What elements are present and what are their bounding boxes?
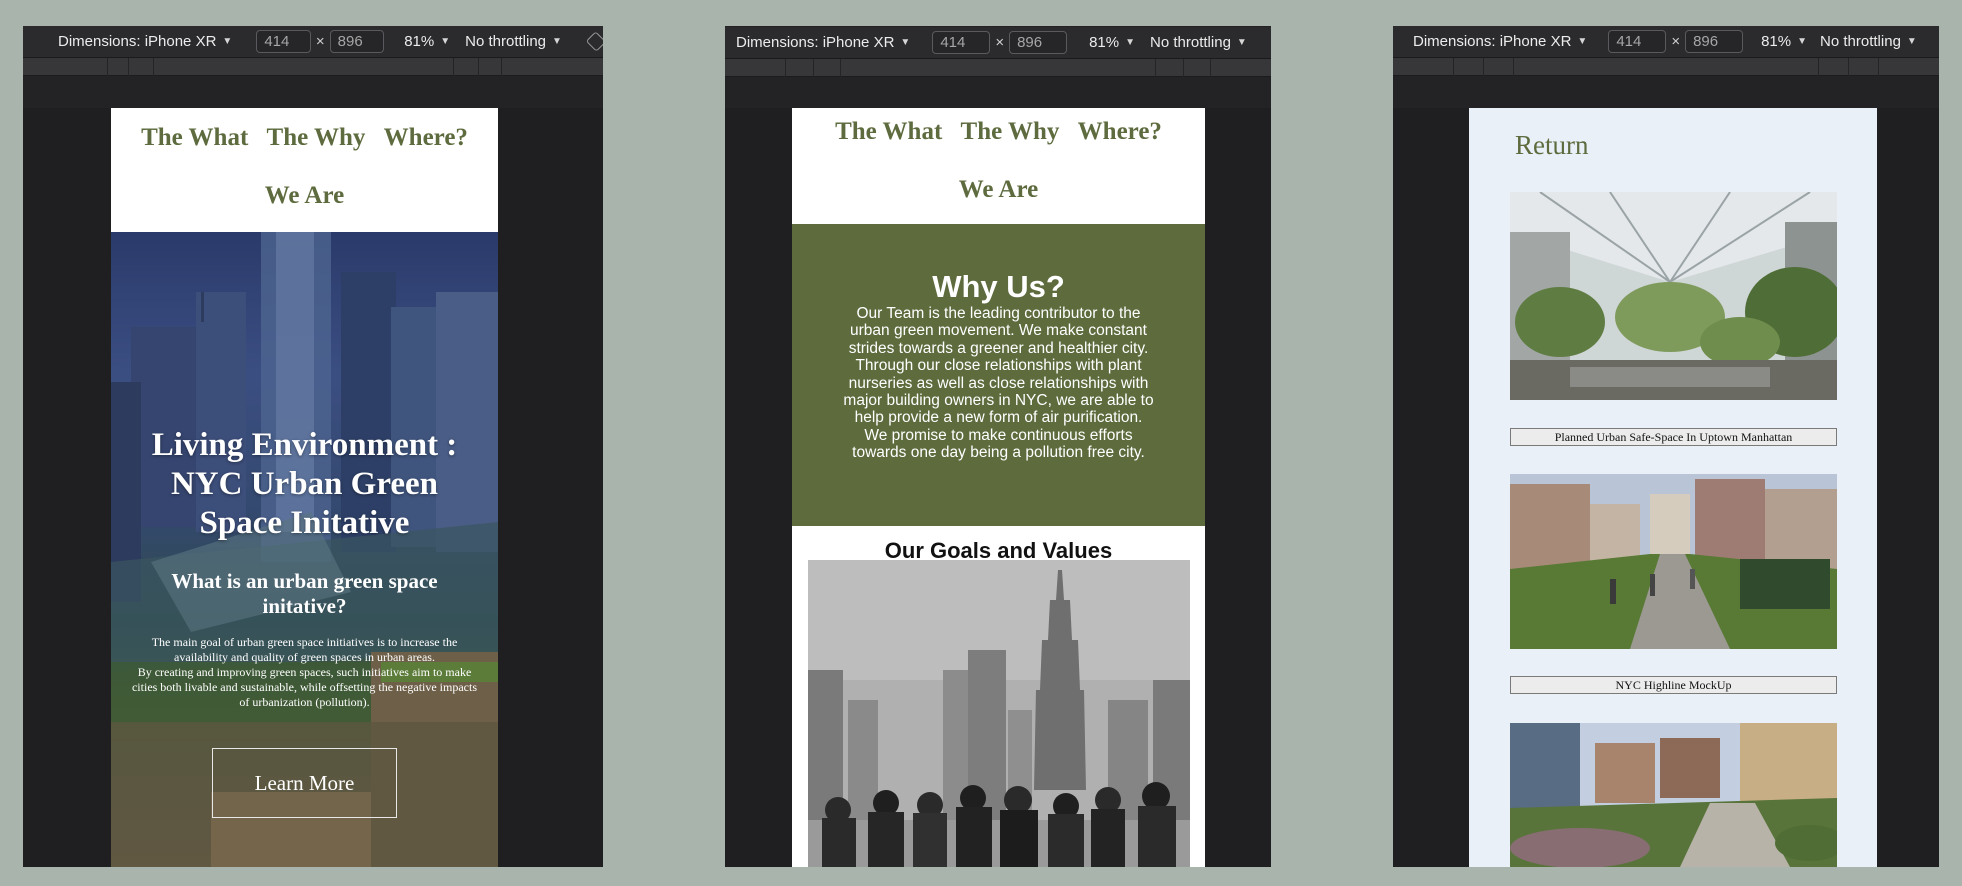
nav-header: The What The Why Where? We Are	[792, 108, 1205, 224]
throttle-label: No throttling	[465, 33, 546, 50]
caret-down-icon: ▼	[1236, 37, 1247, 48]
return-link[interactable]: Return	[1469, 108, 1877, 192]
zoom-label: 81%	[1761, 33, 1792, 50]
hero-subtitle: What is an urban green space initative?	[171, 569, 438, 618]
hero-section: Living Environment : NYC Urban Green Spa…	[111, 232, 498, 867]
nav-link-the-why[interactable]: The Why	[267, 124, 366, 151]
device-toolbar: Dimensions: iPhone XR ▼ 414 × 896 81% ▼ …	[725, 27, 1271, 59]
media-query-ruler	[23, 58, 603, 76]
device-toolbar: Dimensions: iPhone XR ▼ 414 × 896 81% ▼ …	[23, 26, 603, 58]
highline-photo-image-2	[1510, 723, 1837, 867]
zoom-label: 81%	[404, 33, 435, 50]
height-input[interactable]: 896	[1009, 31, 1068, 54]
caret-down-icon: ▼	[1906, 36, 1917, 47]
zoom-label: 81%	[1089, 34, 1120, 51]
highline-park-photo-image	[1510, 723, 1837, 867]
width-input[interactable]: 414	[1608, 30, 1667, 53]
height-input[interactable]: 896	[1685, 30, 1744, 53]
times-sign: ×	[1671, 33, 1681, 50]
throttle-label: No throttling	[1150, 34, 1231, 51]
why-us-body: Our Team is the leading contributor to t…	[843, 305, 1154, 462]
caret-down-icon: ▼	[1125, 37, 1136, 48]
dimensions-dropdown[interactable]: Dimensions: iPhone XR ▼	[1413, 33, 1587, 50]
nav-link-the-why[interactable]: The Why	[961, 118, 1060, 145]
hero-content: Living Environment : NYC Urban Green Spa…	[111, 426, 498, 818]
devtools-device-frame-why: Dimensions: iPhone XR ▼ 414 × 896 81% ▼ …	[725, 26, 1271, 867]
caption-highline-mockup: NYC Highline MockUp	[1510, 676, 1837, 694]
throttle-dropdown[interactable]: No throttling ▼	[465, 33, 562, 50]
zoom-dropdown[interactable]: 81% ▼	[404, 33, 450, 50]
times-sign: ×	[315, 33, 325, 50]
zoom-dropdown[interactable]: 81% ▼	[1761, 33, 1807, 50]
empire-state-photo-image	[808, 560, 1190, 867]
caret-down-icon: ▼	[1797, 36, 1808, 47]
atrium-photo-image	[1510, 192, 1837, 400]
device-viewport: The What The Why Where? We Are Why Us? O…	[725, 108, 1271, 867]
nav-link-we-are[interactable]: We Are	[959, 176, 1038, 203]
throttle-label: No throttling	[1820, 33, 1901, 50]
hero-body: The main goal of urban green space initi…	[111, 635, 498, 710]
caret-down-icon: ▼	[900, 37, 911, 48]
learn-more-button[interactable]: Learn More	[212, 748, 397, 818]
caret-down-icon: ▼	[552, 36, 562, 47]
why-page: The What The Why Where? We Are Why Us? O…	[792, 108, 1205, 867]
dimensions-label: Dimensions: iPhone XR	[736, 34, 895, 51]
nav-link-where[interactable]: Where?	[1078, 118, 1162, 145]
rotate-icon[interactable]	[585, 31, 603, 52]
dimensions-label: Dimensions: iPhone XR	[1413, 33, 1572, 50]
height-input[interactable]: 896	[329, 30, 385, 53]
nav-link-the-what[interactable]: The What	[141, 124, 248, 151]
dimensions-dropdown[interactable]: Dimensions: iPhone XR ▼	[58, 33, 232, 50]
dimensions-dropdown[interactable]: Dimensions: iPhone XR ▼	[736, 34, 910, 51]
devtools-device-frame-where: Dimensions: iPhone XR ▼ 414 × 896 81% ▼ …	[1393, 26, 1939, 867]
uptown-safe-space-image	[1510, 192, 1837, 400]
width-input[interactable]: 414	[256, 30, 311, 53]
caption-uptown-safe-space: Planned Urban Safe-Space In Uptown Manha…	[1510, 428, 1837, 446]
times-sign: ×	[995, 34, 1005, 51]
caret-down-icon: ▼	[440, 36, 451, 47]
caret-down-icon: ▼	[222, 36, 233, 47]
nyc-skyline-photo	[808, 560, 1190, 867]
device-toolbar: Dimensions: iPhone XR ▼ 414 × 896 81% ▼ …	[1393, 26, 1939, 58]
nav-link-we-are[interactable]: We Are	[265, 182, 344, 209]
width-input[interactable]: 414	[932, 31, 991, 54]
where-page: Return Planned Urban Safe-Space In Uptow…	[1469, 108, 1877, 867]
hero-body-paragraph-1: The main goal of urban green space initi…	[151, 635, 458, 664]
throttle-dropdown[interactable]: No throttling ▼	[1820, 33, 1917, 50]
nav-header: The What The Why Where? We Are	[111, 108, 498, 232]
zoom-dropdown[interactable]: 81% ▼	[1089, 34, 1135, 51]
nav-link-the-what[interactable]: The What	[835, 118, 942, 145]
caret-down-icon: ▼	[1577, 36, 1588, 47]
home-page: The What The Why Where? We Are Living En…	[111, 108, 498, 867]
devtools-device-frame-home: Dimensions: iPhone XR ▼ 414 × 896 81% ▼ …	[23, 26, 603, 867]
highline-mockup-image	[1510, 474, 1837, 649]
hero-body-paragraph-2: By creating and improving green spaces, …	[131, 665, 478, 709]
media-query-ruler	[725, 59, 1271, 77]
hero-title: Living Environment : NYC Urban Green Spa…	[151, 427, 458, 541]
why-us-heading: Why Us?	[932, 269, 1065, 304]
dimensions-label: Dimensions: iPhone XR	[58, 33, 217, 50]
media-query-ruler	[1393, 58, 1939, 76]
highline-photo-image	[1510, 474, 1837, 649]
device-viewport: Return Planned Urban Safe-Space In Uptow…	[1393, 108, 1939, 867]
why-us-section: Why Us? Our Team is the leading contribu…	[792, 224, 1205, 526]
nav-link-where[interactable]: Where?	[384, 124, 468, 151]
goals-heading: Our Goals and Values	[884, 538, 1113, 563]
device-viewport: The What The Why Where? We Are Living En…	[23, 108, 603, 867]
throttle-dropdown[interactable]: No throttling ▼	[1150, 34, 1247, 51]
